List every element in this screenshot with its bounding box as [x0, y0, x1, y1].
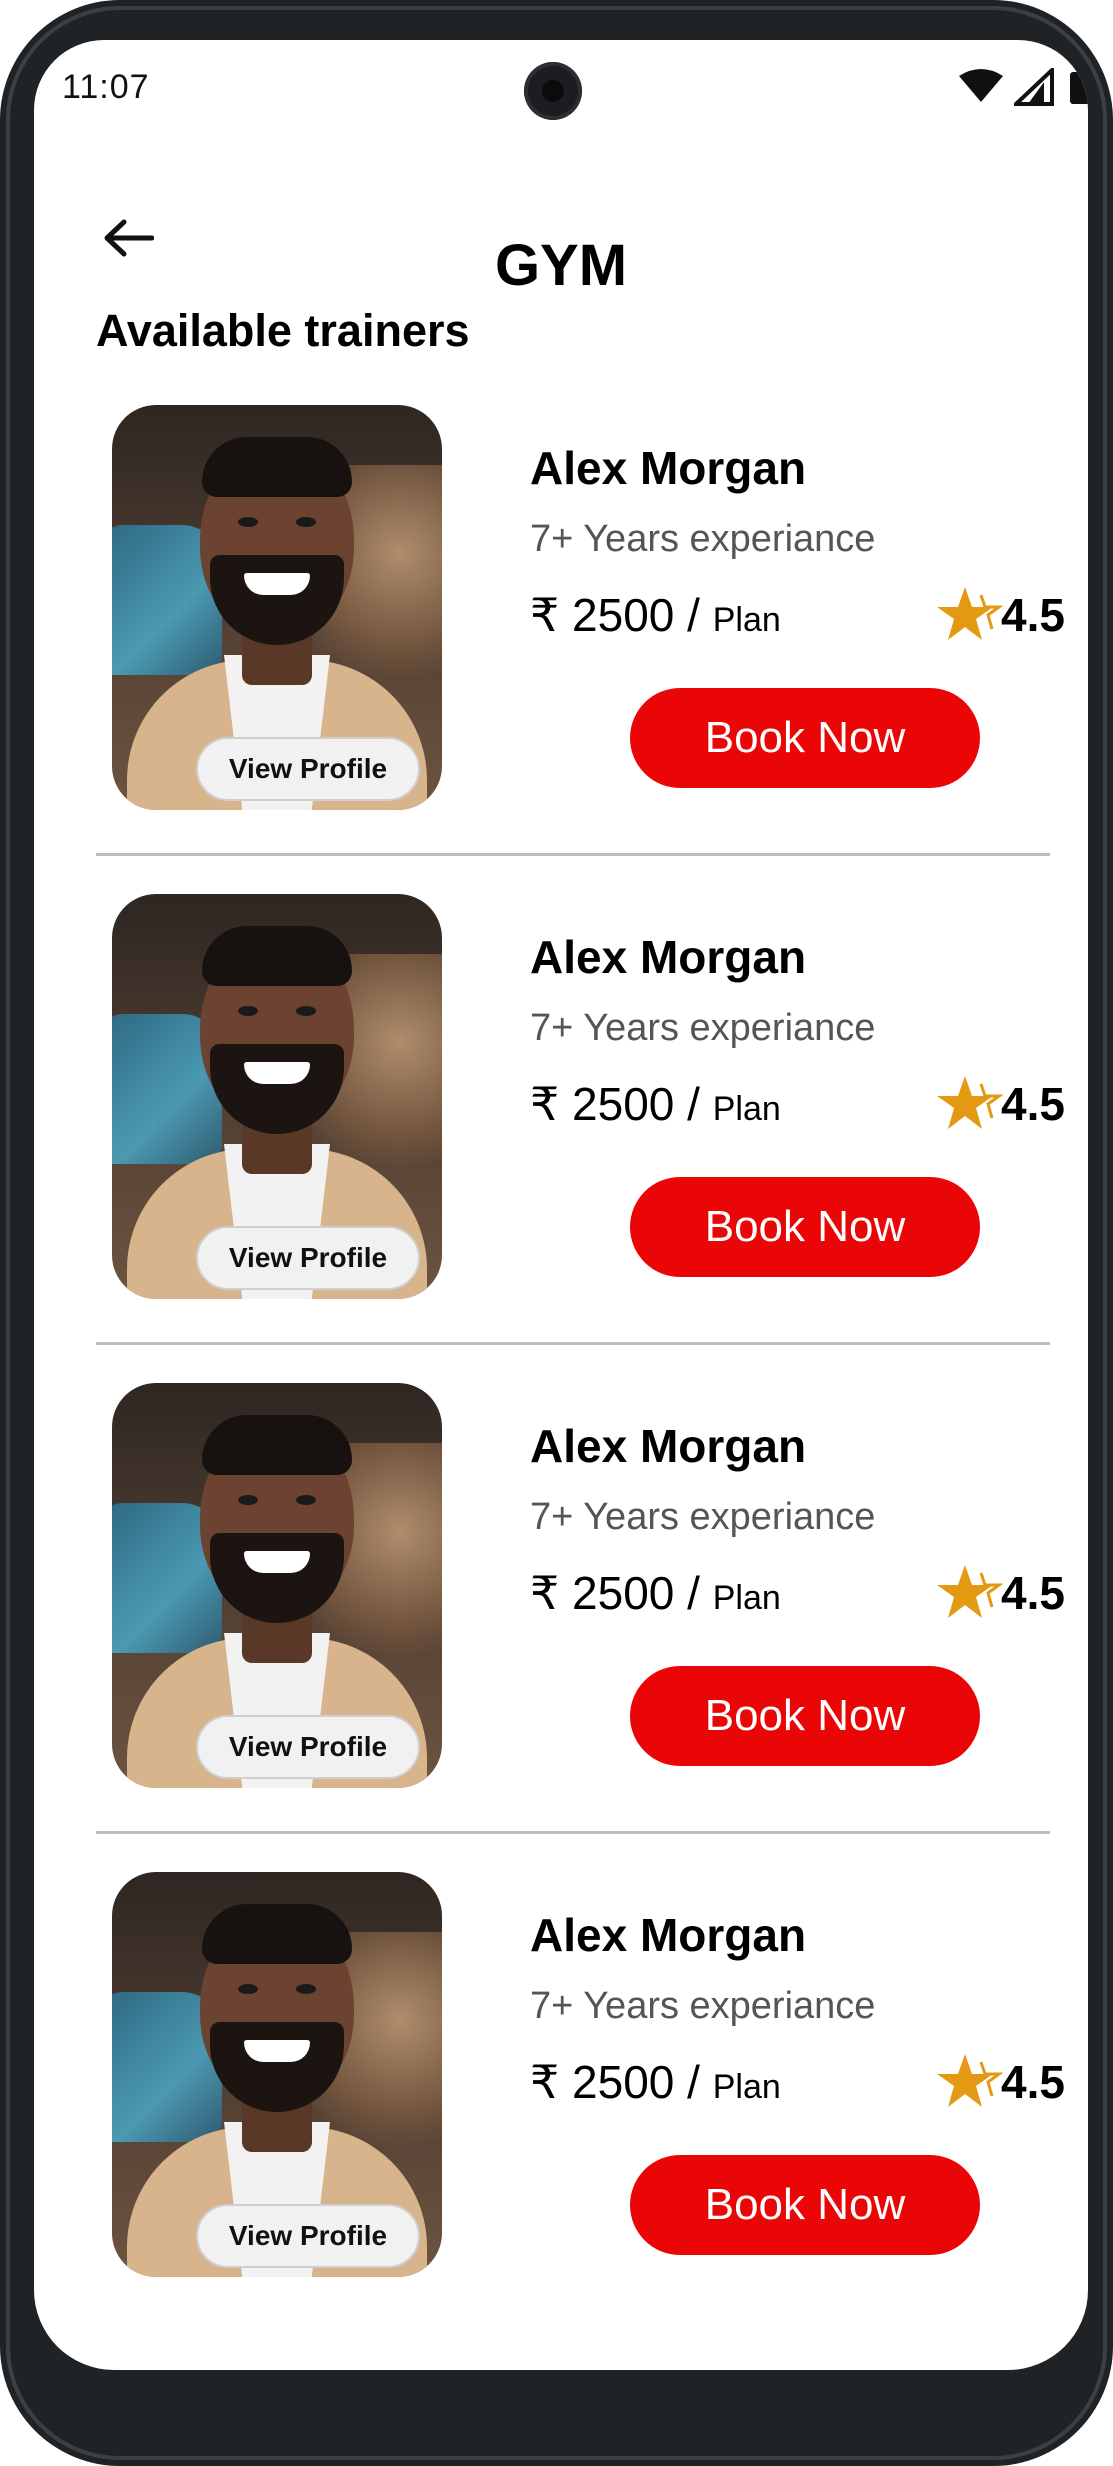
section-heading: Available trainers [96, 305, 470, 356]
phone-screen: 11:07 GYM Available trainers View Profil… [34, 40, 1088, 2370]
trainer-list[interactable]: View Profile Alex Morgan 7+ Years experi… [34, 405, 1088, 2293]
front-camera [524, 62, 582, 120]
phone-frame: 11:07 GYM Available trainers View Profil… [0, 0, 1113, 2466]
trainer-rating: 4.5 [937, 1072, 1065, 1136]
signal-icon [1014, 68, 1054, 106]
book-now-button[interactable]: Book Now [630, 2155, 980, 2255]
view-profile-button[interactable]: View Profile [196, 1226, 420, 1290]
trainer-card: View Profile Alex Morgan 7+ Years experi… [34, 894, 1088, 1383]
trainer-name: Alex Morgan [530, 442, 807, 494]
trainer-experience: 7+ Years experiance [530, 1007, 876, 1049]
price-amount: ₹ 2500 / [530, 1567, 700, 1619]
star-icon [937, 587, 1003, 640]
divider [96, 853, 1050, 856]
price-unit: Plan [712, 2068, 781, 2106]
price-unit: Plan [712, 601, 781, 639]
trainer-card: View Profile Alex Morgan 7+ Years experi… [34, 1383, 1088, 1872]
trainer-rating: 4.5 [937, 583, 1065, 647]
rating-value: 4.5 [1001, 1567, 1065, 1619]
rating-value: 4.5 [1001, 589, 1065, 641]
trainer-price: ₹ 2500 / Plan [530, 2055, 781, 2109]
rating-value: 4.5 [1001, 1078, 1065, 1130]
price-amount: ₹ 2500 / [530, 589, 700, 641]
trainer-rating: 4.5 [937, 2050, 1065, 2114]
status-bar: 11:07 [34, 40, 1088, 130]
star-icon [937, 2054, 1003, 2107]
trainer-card: View Profile Alex Morgan 7+ Years experi… [34, 1872, 1088, 2293]
trainer-rating: 4.5 [937, 1561, 1065, 1625]
trainer-price: ₹ 2500 / Plan [530, 588, 781, 642]
trainer-experience: 7+ Years experiance [530, 1496, 876, 1538]
divider [96, 1831, 1050, 1834]
status-icons [928, 68, 1088, 108]
trainer-experience: 7+ Years experiance [530, 1985, 876, 2027]
status-time: 11:07 [62, 68, 150, 106]
star-icon [937, 1076, 1003, 1129]
battery-icon [1070, 72, 1088, 104]
price-amount: ₹ 2500 / [530, 2056, 700, 2108]
trainer-experience: 7+ Years experiance [530, 518, 876, 560]
book-now-button[interactable]: Book Now [630, 1666, 980, 1766]
trainer-name: Alex Morgan [530, 1420, 807, 1472]
book-now-button[interactable]: Book Now [630, 688, 980, 788]
trainer-price: ₹ 2500 / Plan [530, 1077, 781, 1131]
price-unit: Plan [712, 1579, 781, 1617]
wifi-icon [959, 69, 1003, 102]
price-unit: Plan [712, 1090, 781, 1128]
rating-value: 4.5 [1001, 2056, 1065, 2108]
star-icon [937, 1565, 1003, 1618]
view-profile-button[interactable]: View Profile [196, 737, 420, 801]
price-amount: ₹ 2500 / [530, 1078, 700, 1130]
app-header: GYM [34, 190, 1088, 298]
page-title: GYM [494, 233, 628, 298]
book-now-button[interactable]: Book Now [630, 1177, 980, 1277]
view-profile-button[interactable]: View Profile [196, 2204, 420, 2268]
trainer-card: View Profile Alex Morgan 7+ Years experi… [34, 405, 1088, 894]
divider [96, 1342, 1050, 1345]
view-profile-button[interactable]: View Profile [196, 1715, 420, 1779]
trainer-name: Alex Morgan [530, 1909, 807, 1961]
trainer-name: Alex Morgan [530, 931, 807, 983]
trainer-price: ₹ 2500 / Plan [530, 1566, 781, 1620]
